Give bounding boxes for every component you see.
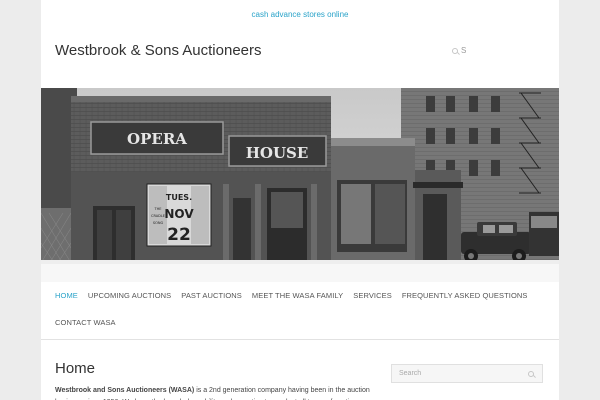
page-title: Home	[55, 360, 96, 377]
poster-side-text-2: CRADLE	[151, 214, 165, 218]
nav-item-upcoming-auctions[interactable]: Upcoming Auctions	[88, 282, 171, 309]
poster-line-3: 22	[167, 225, 191, 245]
intro-company-name: Westbrook and Sons Auctioneers (WASA)	[55, 387, 195, 394]
poster-line-2: NOV	[164, 207, 194, 221]
top-link[interactable]: cash advance stores online	[252, 10, 349, 19]
search-icon	[452, 47, 458, 54]
header-search-label: S	[461, 46, 467, 55]
poster-side-text-1: THE	[154, 207, 162, 211]
nav-item-home[interactable]: Home	[55, 282, 78, 309]
nav-item-past-auctions[interactable]: Past Auctions	[181, 282, 242, 309]
site-header: Westbrook & Sons Auctioneers S	[41, 28, 559, 88]
nav-item-contact-wasa[interactable]: Contact WASA	[55, 309, 116, 336]
search-icon[interactable]	[528, 371, 534, 377]
nav-item-faq[interactable]: Frequently Asked Questions	[402, 282, 528, 309]
intro-paragraph: Westbrook and Sons Auctioneers (WASA) is…	[55, 385, 375, 400]
sidebar: Search	[391, 364, 543, 383]
poster-line-1: TUES.	[166, 193, 192, 202]
sign-opera: OPERA	[127, 130, 187, 148]
top-bar: cash advance stores online	[41, 0, 559, 28]
site-title[interactable]: Westbrook & Sons Auctioneers	[55, 42, 262, 59]
nav-item-meet-the-wasa-family[interactable]: Meet The WASA Family	[252, 282, 343, 309]
nav-item-services[interactable]: Services	[353, 282, 392, 309]
page-container: cash advance stores online Westbrook & S…	[41, 0, 559, 400]
main-navigation: Home Upcoming Auctions Past Auctions Mee…	[41, 282, 559, 340]
header-search-toggle[interactable]: S	[452, 46, 466, 55]
search-placeholder: Search	[399, 370, 422, 377]
poster-side-text-3: SONG	[153, 221, 164, 225]
sidebar-search-input[interactable]: Search	[391, 364, 543, 383]
main-content: Home Westbrook and Sons Auctioneers (WAS…	[55, 360, 375, 400]
sign-house: HOUSE	[246, 144, 309, 162]
header-banner-image: OPERA HOUSE TUES. NOV 22 THE CRADLE SONG	[41, 88, 559, 282]
nav-row: Home Upcoming Auctions Past Auctions Mee…	[41, 282, 559, 336]
